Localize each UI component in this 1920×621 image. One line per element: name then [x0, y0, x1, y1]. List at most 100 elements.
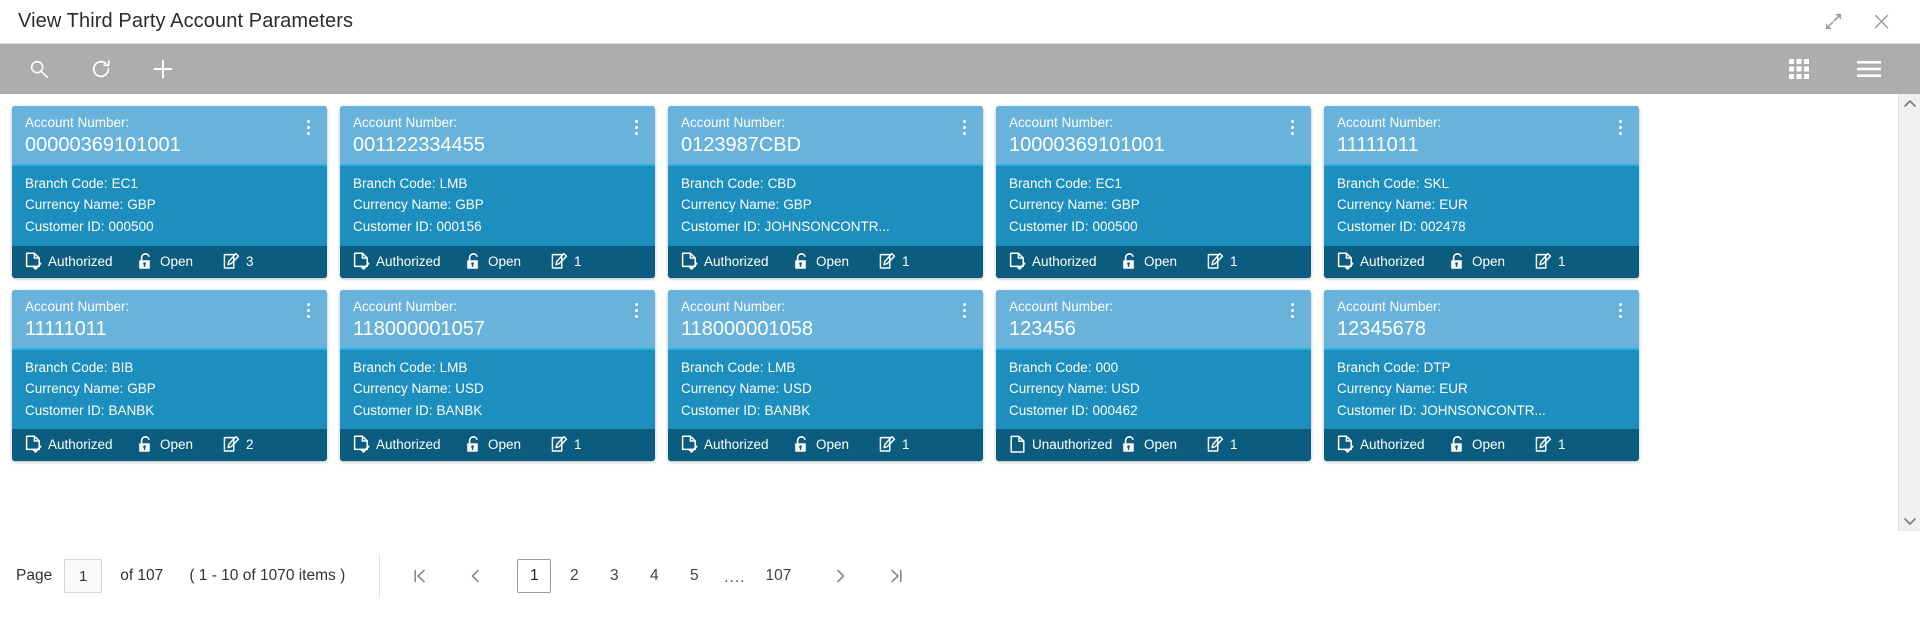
customer-id-row: Customer ID: 002478 [1337, 216, 1626, 238]
authorization-status: Authorized [1336, 252, 1448, 271]
branch-code-value: SKL [1423, 175, 1450, 191]
modification-number: 1 [550, 435, 582, 454]
branch-code-label: Branch Code: [1337, 175, 1420, 191]
page-number-4[interactable]: 4 [637, 559, 671, 593]
page-number-last[interactable]: 107 [758, 559, 798, 593]
branch-code-row: Branch Code: BIB [25, 357, 314, 379]
branch-code-value: EC1 [111, 175, 138, 191]
edit-icon [550, 435, 568, 454]
card-header: Account Number: 0123987CBD [668, 106, 983, 166]
card-menu-icon[interactable] [1284, 116, 1300, 138]
pagination-bar: Page of 107 ( 1 - 10 of 1070 items ) 123… [0, 531, 1920, 621]
document-check-icon [1008, 252, 1026, 271]
currency-name-row: Currency Name: GBP [353, 194, 642, 216]
edit-icon [1534, 435, 1552, 454]
scroll-up-icon[interactable] [1903, 94, 1916, 113]
branch-code-row: Branch Code: EC1 [25, 173, 314, 195]
currency-name-label: Currency Name: [1009, 381, 1108, 397]
authorization-status-label: Unauthorized [1032, 437, 1113, 453]
card-menu-icon[interactable] [1284, 300, 1300, 322]
branch-code-row: Branch Code: LMB [681, 357, 970, 379]
card-menu-icon[interactable] [300, 116, 316, 138]
vertical-scrollbar[interactable] [1898, 94, 1920, 531]
branch-code-row: Branch Code: 000 [1009, 357, 1298, 379]
card-menu-icon[interactable] [628, 300, 644, 322]
account-card[interactable]: Account Number: 11111011 Branch Code: SKL Cu… [1324, 106, 1639, 278]
first-page-icon[interactable] [402, 559, 436, 593]
account-card[interactable]: Account Number: 0123987CBD Branch Code: CBD… [668, 106, 983, 278]
scroll-down-icon[interactable] [1903, 512, 1916, 531]
grid-view-icon[interactable] [1782, 52, 1816, 86]
last-page-icon[interactable] [879, 559, 913, 593]
close-icon[interactable] [1868, 9, 1894, 35]
unlock-icon [1120, 435, 1138, 454]
card-body: Branch Code: LMB Currency Name: USD Customer… [668, 349, 983, 430]
account-card[interactable]: Account Number: 00000369101001 Branch Code… [12, 106, 327, 278]
record-lock-label: Open [160, 437, 194, 453]
document-check-icon [352, 252, 370, 271]
card-menu-icon[interactable] [628, 116, 644, 138]
account-card[interactable]: Account Number: 11111011 Branch Code: BIB Cu… [12, 289, 327, 462]
prev-page-icon[interactable] [458, 559, 492, 593]
unlock-icon [464, 252, 482, 271]
modification-number-label: 1 [902, 253, 910, 269]
customer-id-value: BANBK [436, 402, 483, 418]
account-number-label: Account Number: [681, 298, 786, 314]
card-header: Account Number: 118000001058 [668, 289, 983, 350]
card-footer: Authorized Open 3 [12, 245, 327, 278]
account-card[interactable]: Account Number: 001122334455 Branch Code: L… [340, 106, 655, 278]
account-number-value: 123456 [1009, 317, 1076, 340]
modification-number-label: 1 [1558, 253, 1566, 269]
page-number-5[interactable]: 5 [677, 559, 711, 593]
page-number-2[interactable]: 2 [557, 559, 591, 593]
modification-number: 1 [1206, 252, 1238, 271]
currency-name-row: Currency Name: GBP [1009, 194, 1298, 216]
search-icon[interactable] [22, 52, 56, 86]
account-card[interactable]: Account Number: 118000001058 Branch Code: L… [668, 289, 983, 462]
record-lock-status: Open [464, 435, 550, 454]
authorization-status: Authorized [1008, 252, 1120, 271]
account-card[interactable]: Account Number: 10000369101001 Branch Code… [996, 106, 1311, 278]
restore-down-icon[interactable] [1820, 9, 1846, 35]
account-number-label: Account Number: [681, 115, 786, 130]
document-check-icon [680, 252, 698, 271]
account-number-label: Account Number: [1337, 115, 1442, 130]
next-page-icon[interactable] [823, 559, 857, 593]
document-check-icon [352, 435, 370, 454]
card-menu-icon[interactable] [1612, 300, 1628, 322]
account-card[interactable]: Account Number: 12345678 Branch Code: DTP Cu… [1324, 289, 1639, 462]
toolbar-right-actions [1782, 52, 1900, 86]
card-menu-icon[interactable] [300, 300, 316, 322]
list-view-icon[interactable] [1852, 52, 1886, 86]
items-range-label: ( 1 - 10 of 1070 items ) [189, 567, 346, 584]
branch-code-value: LMB [767, 359, 796, 375]
customer-id-row: Customer ID: 000462 [1009, 400, 1298, 422]
card-footer: Authorized Open 1 [668, 245, 983, 278]
unlock-icon [1448, 435, 1466, 454]
customer-id-value: 000500 [108, 219, 154, 235]
card-menu-icon[interactable] [956, 300, 972, 322]
modification-number-label: 1 [1558, 437, 1566, 453]
account-card[interactable]: Account Number: 123456 Branch Code: 000 Curr… [996, 289, 1311, 462]
page-number-input[interactable] [64, 559, 103, 593]
account-number-label: Account Number: [1009, 298, 1114, 314]
refresh-icon[interactable] [84, 52, 118, 86]
add-icon[interactable] [146, 52, 180, 86]
modification-number: 1 [1206, 435, 1238, 454]
account-number-value: 11111011 [25, 317, 107, 340]
account-number-value: 10000369101001 [1009, 133, 1165, 156]
currency-name-value: GBP [127, 197, 156, 213]
account-card[interactable]: Account Number: 118000001057 Branch Code: L… [340, 289, 655, 462]
page-number-1[interactable]: 1 [517, 559, 552, 593]
currency-name-label: Currency Name: [25, 381, 124, 397]
branch-code-label: Branch Code: [1009, 359, 1092, 375]
modification-number: 1 [878, 435, 910, 454]
card-menu-icon[interactable] [956, 116, 972, 138]
customer-id-row: Customer ID: 000500 [25, 216, 314, 238]
record-lock-label: Open [488, 437, 522, 453]
card-body: Branch Code: LMB Currency Name: GBP Customer… [340, 165, 655, 246]
page-number-3[interactable]: 3 [597, 559, 631, 593]
modification-number: 1 [1534, 435, 1566, 454]
card-menu-icon[interactable] [1612, 116, 1628, 138]
card-footer: Authorized Open 1 [996, 245, 1311, 278]
